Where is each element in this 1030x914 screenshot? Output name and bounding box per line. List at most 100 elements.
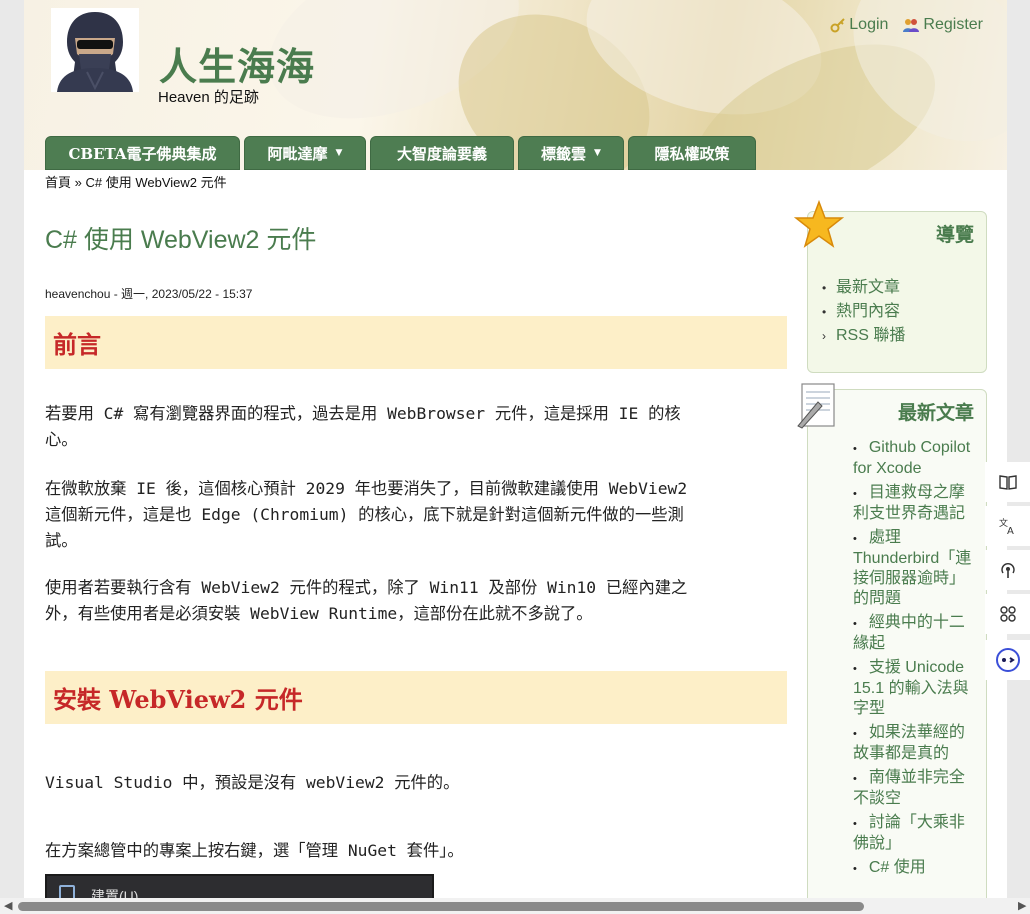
nav-item-dazhidulun[interactable]: 大智度論要義: [370, 136, 514, 170]
site-slogan: Heaven 的足跡: [158, 89, 259, 106]
apps-button[interactable]: [985, 594, 1030, 634]
list-bullet: •: [853, 533, 857, 545]
site-logo-avatar[interactable]: [51, 8, 139, 92]
key-icon: [830, 18, 845, 33]
copilot-icon: [995, 648, 1020, 672]
recent-article-title: 處理 Thunderbird「連接伺服器逾時」的問題: [853, 529, 972, 607]
recent-article-link[interactable]: • 討論「大乘非佛說」: [853, 813, 973, 854]
apps-icon: [999, 606, 1016, 622]
nav-item-abhidharma[interactable]: 阿毗達摩 ▼: [244, 136, 366, 170]
nav-item-label: 隱私權政策: [654, 144, 730, 163]
login-link[interactable]: Login: [830, 16, 888, 34]
recent-article-link[interactable]: • 目連救母之摩利支世界奇遇記: [853, 483, 973, 524]
list-bullet: •: [853, 443, 857, 455]
recent-article-link[interactable]: • Github Copilot for Xcode: [853, 438, 973, 479]
copilot-button[interactable]: [985, 640, 1030, 680]
recent-article-title: 目連救母之摩利支世界奇遇記: [853, 484, 966, 522]
register-link[interactable]: Register: [902, 16, 983, 34]
scroll-right-icon[interactable]: ▶: [1018, 899, 1026, 912]
recent-articles-list: • Github Copilot for Xcode • 目連救母之摩利支世界奇遇記…: [853, 438, 973, 883]
sidebar-item-label: 最新文章: [836, 279, 901, 296]
book-icon: [998, 475, 1017, 490]
svg-text:A: A: [1007, 526, 1014, 535]
sidebar-navigation-block: 導覽 • 最新文章 • 熱門內容 › RSS 聯播: [794, 200, 987, 373]
recent-article-title: 討論「大乘非佛說」: [853, 814, 965, 852]
paragraph-1: 若要用 C# 寫有瀏覽器界面的程式，過去是用 WebBrowser 元件，這是採…: [45, 401, 775, 453]
recent-article-title: Github Copilot for Xcode: [853, 439, 971, 477]
sidebar-navigation-title: 導覽: [935, 224, 974, 246]
breadcrumb-separator: »: [74, 175, 82, 190]
nav-item-tag-cloud[interactable]: 標籤雲 ▼: [518, 136, 624, 170]
scroll-left-icon[interactable]: ◀: [4, 899, 12, 912]
paragraph-line: Visual Studio 中，預設是沒有 webView2 元件的。: [45, 773, 460, 792]
paragraph-line: 在微軟放棄 IE 後，這個核心預計 2029 年也要消失了，目前微軟建議使用 W…: [45, 479, 688, 498]
breadcrumb-home-link[interactable]: 首頁: [45, 175, 71, 190]
horizontal-scrollbar[interactable]: ◀ ▶: [0, 898, 1030, 914]
list-bullet: •: [853, 663, 857, 675]
recent-article-link[interactable]: • C# 使用: [853, 858, 973, 879]
recent-article-link[interactable]: • 經典中的十二緣起: [853, 613, 973, 654]
main-content: C# 使用 WebView2 元件 heavenchou - 週一, 2023/…: [45, 220, 787, 914]
login-label: Login: [849, 16, 889, 33]
sidebar-item-rss[interactable]: › RSS 聯播: [822, 324, 905, 348]
podcast-button[interactable]: [985, 550, 1030, 590]
header: 人生海海 Heaven 的足跡 Login Register CBETA電子佛典…: [24, 0, 1007, 170]
nav-item-label: 大智度論要義: [396, 144, 487, 163]
sidebar-navigation-list: • 最新文章 • 熱門內容 › RSS 聯播: [822, 276, 905, 348]
translate-icon: 文A: [999, 517, 1014, 535]
list-bullet: •: [853, 773, 857, 785]
recent-article-title: 南傳並非完全不談空: [853, 769, 965, 807]
paragraph-line: 使用者若要執行含有 WebView2 元件的程式，除了 Win11 及部份 Wi…: [45, 578, 688, 597]
list-bullet: •: [853, 728, 857, 740]
translate-button[interactable]: 文A: [985, 506, 1030, 546]
recent-article-link[interactable]: • 支援 Unicode 15.1 的輸入法與字型: [853, 658, 973, 719]
paragraph-3: 使用者若要執行含有 WebView2 元件的程式，除了 Win11 及部份 Wi…: [45, 575, 775, 627]
sidebar-item-latest[interactable]: • 最新文章: [822, 276, 905, 300]
paragraph-line: 試。: [45, 531, 78, 550]
sidebar-item-label: RSS 聯播: [836, 327, 906, 344]
nav-item-cbeta[interactable]: CBETA電子佛典集成: [45, 136, 240, 170]
list-bullet: •: [822, 281, 827, 295]
caret-down-icon: ▼: [335, 148, 343, 158]
page: 人生海海 Heaven 的足跡 Login Register CBETA電子佛典…: [24, 0, 1007, 914]
paragraph-line: 若要用 C# 寫有瀏覽器界面的程式，過去是用 WebBrowser 元件，這是採…: [45, 404, 681, 423]
main-nav: CBETA電子佛典集成 阿毗達摩 ▼ 大智度論要義 標籤雲 ▼ 隱私權政策: [45, 136, 756, 170]
list-bullet: •: [822, 305, 827, 319]
paragraph-4: Visual Studio 中，預設是沒有 webView2 元件的。: [45, 770, 775, 796]
paragraph-2: 在微軟放棄 IE 後，這個核心預計 2029 年也要消失了，目前微軟建議使用 W…: [45, 476, 775, 554]
nav-item-label: 阿毗達摩: [267, 144, 328, 163]
paragraph-line: 在方案總管中的專案上按右鍵，選「管理 NuGet 套件」。: [45, 841, 464, 860]
scrollbar-thumb[interactable]: [18, 902, 864, 911]
nav-item-privacy-policy[interactable]: 隱私權政策: [628, 136, 756, 170]
nav-item-label: 標籤雲: [541, 144, 587, 163]
sidebar-item-popular[interactable]: • 熱門內容: [822, 300, 905, 324]
recent-article-link[interactable]: • 如果法華經的故事都是真的: [853, 723, 973, 764]
site-title[interactable]: 人生海海: [159, 36, 315, 91]
recent-article-link[interactable]: • 南傳並非完全不談空: [853, 768, 973, 809]
browser-side-toolbar: 文A: [985, 460, 1030, 680]
sidebar-recent-block: 最新文章 • Github Copilot for Xcode • 目連救母之摩利支…: [797, 383, 987, 914]
reading-mode-button[interactable]: [985, 462, 1030, 502]
recent-article-title: 經典中的十二緣起: [853, 614, 965, 652]
list-bullet: •: [853, 818, 857, 830]
register-label: Register: [923, 16, 983, 33]
podcast-icon: [1000, 563, 1015, 578]
article-title: C# 使用 WebView2 元件: [45, 226, 317, 254]
section-heading-install: 安裝 WebView2 元件: [45, 671, 787, 724]
list-bullet: ›: [822, 329, 826, 343]
recent-article-title: 支援 Unicode 15.1 的輸入法與字型: [853, 659, 969, 717]
user-links: Login Register: [830, 16, 983, 34]
recent-article-link[interactable]: • 處理 Thunderbird「連接伺服器逾時」的問題: [853, 528, 973, 609]
paragraph-line: 心。: [45, 430, 78, 449]
section-heading-intro: 前言: [45, 316, 787, 369]
sidebar-item-label: 熱門內容: [836, 303, 901, 320]
caret-down-icon: ▼: [594, 148, 601, 158]
paragraph-line: 這個新元件，這是也 Edge (Chromium) 的核心，底下就是針對這個新元…: [45, 505, 684, 524]
recent-article-title: 如果法華經的故事都是真的: [853, 724, 965, 762]
nav-item-label: CBETA電子佛典集成: [68, 144, 217, 163]
sidebar-recent-title: 最新文章: [897, 402, 974, 424]
star-icon: [794, 200, 844, 248]
list-bullet: •: [853, 863, 857, 875]
notepad-icon: [797, 383, 835, 429]
paragraph-5: 在方案總管中的專案上按右鍵，選「管理 NuGet 套件」。: [45, 838, 775, 864]
